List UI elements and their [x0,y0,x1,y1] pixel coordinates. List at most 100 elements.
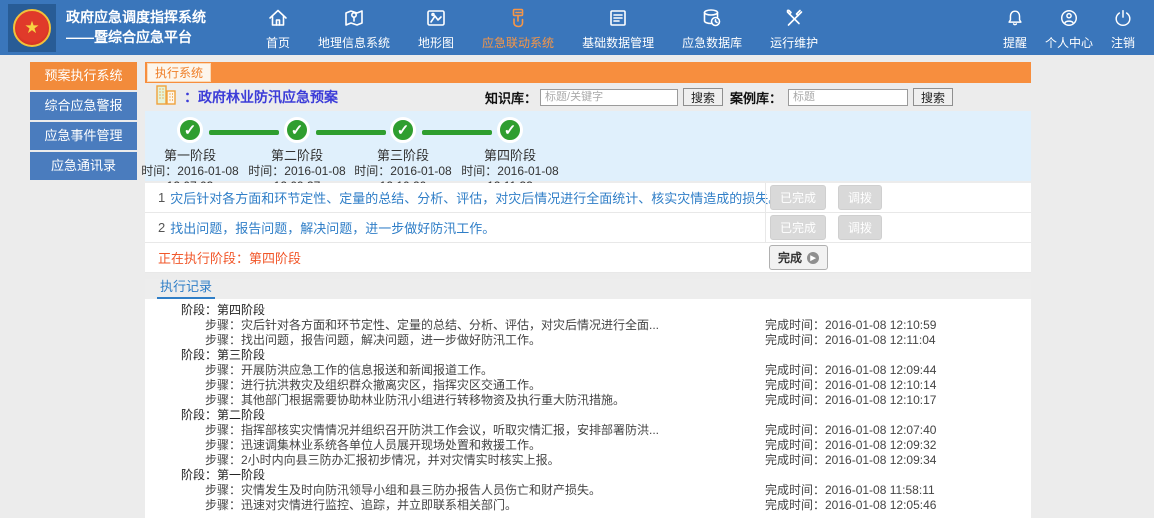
record-step: 步骤：其他部门根据需要协助林业防汛小组进行转移物资及执行重大防汛措施。 完成时间… [145,393,1031,408]
search-area: 知识库： 搜索 案例库： 搜索 [485,88,960,107]
terrain-map-icon [425,5,447,31]
record-step: 步骤：指挥部核实灾情情况并组织召开防洪工作会议，听取灾情汇报，安排部署防洪...… [145,423,1031,438]
check-circle-icon: ✓ [390,117,416,143]
record-step: 步骤：进行抗洪救灾及组织群众撤离灾区，指挥灾区交通工作。 完成时间：2016-0… [145,378,1031,393]
app-title-line1: 政府应急调度指挥系统 [66,8,206,28]
record-step-time: 完成时间：2016-01-08 12:09:34 [765,453,936,468]
completed-button[interactable]: 已完成 [770,215,826,240]
record-step-time: 完成时间：2016-01-08 12:11:04 [765,333,936,348]
record-step-text: 步骤：开展防洪应急工作的信息报送和新闻报道工作。 [205,363,493,377]
nav-item-gis[interactable]: 地理信息系统 [304,5,404,51]
task-number: 2 [158,220,165,235]
main-panel: 执行系统 ：政府林业防汛应急预案 知识库： 搜索 案例库： 搜索 [145,62,1031,518]
nav-item-terrain-map[interactable]: 地形图 [404,5,468,51]
nav-item-emergency-database[interactable]: 应急数据库 [668,5,756,51]
record-step: 步骤：灾情发生及时向防汛领导小组和县三防办报告人员伤亡和财产损失。 完成时间：2… [145,483,1031,498]
top-bar: ★ 政府应急调度指挥系统 ——暨综合应急平台 首页 地理信息系统 地形图 [0,0,1154,55]
check-circle-icon: ✓ [177,117,203,143]
record-step: 步骤：迅速对灾情进行监控、追踪，并立即联系相关部门。 完成时间：2016-01-… [145,498,1031,513]
database-icon [701,5,723,31]
nav-label: 应急数据库 [682,34,742,51]
case-search-button[interactable]: 搜索 [913,88,953,106]
record-step-text: 步骤：进行抗洪救灾及组织群众撤离灾区，指挥灾区交通工作。 [205,378,541,392]
record-step: 步骤：开展防洪应急工作的信息报送和新闻报道工作。 完成时间：2016-01-08… [145,363,1031,378]
nav-label: 地理信息系统 [318,34,390,51]
case-search-input[interactable] [788,89,908,106]
nav-label: 运行维护 [770,34,818,51]
execution-record-tab[interactable]: 执行记录 [157,276,215,299]
stage-time-date: 时间：2016-01-08 [445,164,575,179]
task-text: 灾后针对各方面和环节定性、定量的总结、分析、评估，对灾后情况进行全面统计、核实灾… [170,188,781,207]
map-pin-icon [343,5,365,31]
tab-execution-system[interactable]: 执行系统 [147,63,211,82]
record-stage: 阶段：第一阶段 [145,468,1031,483]
plan-title: ：政府林业防汛应急预案 [184,87,338,107]
execution-record-list: 阶段：第四阶段 步骤：灾后针对各方面和环节定性、定量的总结、分析、评估，对灾后情… [145,299,1031,518]
sidebar-item-event-management[interactable]: 应急事件管理 [30,122,137,150]
transfer-button[interactable]: 调拨 [838,185,882,210]
tools-icon [783,5,805,31]
record-step-time: 完成时间：2016-01-08 12:05:46 [765,498,936,513]
record-step: 步骤：找出问题，报告问题，解决问题，进一步做好防汛工作。 完成时间：2016-0… [145,333,1031,348]
record-step-text: 步骤：指挥部核实灾情情况并组织召开防洪工作会议，听取灾情汇报，安排部署防洪... [205,423,659,437]
notifications-label: 提醒 [1003,34,1027,51]
stage-progress: ✓ 第一阶段 时间：2016-01-08 12:07:03 ✓ 第二阶段 时间：… [145,111,1031,181]
execution-record-header: 执行记录 [145,279,1031,299]
current-stage-actions: 完成 ▶ [765,243,1031,272]
knowledge-search-button[interactable]: 搜索 [683,88,723,106]
sidebar-item-contact-book[interactable]: 应急通讯录 [30,152,137,180]
nav-item-home[interactable]: 首页 [252,5,304,51]
record-step-time: 完成时间：2016-01-08 12:10:14 [765,378,936,393]
logout-button[interactable]: 注销 [1102,5,1144,51]
user-center-button[interactable]: 个人中心 [1036,5,1102,51]
record-stage: 阶段：第四阶段 [145,303,1031,318]
record-stage: 阶段：第二阶段 [145,408,1031,423]
news-document-icon [607,5,629,31]
check-circle-icon: ✓ [284,117,310,143]
record-step-text: 步骤：找出问题，报告问题，解决问题，进一步做好防汛工作。 [205,333,541,347]
record-step: 步骤：2小时内向县三防办汇报初步情况，并对灾情实时核实上报。 完成时间：2016… [145,453,1031,468]
sidebar-item-plan-execution[interactable]: 预案执行系统 [30,62,137,90]
finish-button-label: 完成 [778,249,802,266]
plan-title-row: ：政府林业防汛应急预案 知识库： 搜索 案例库： 搜索 [145,83,1031,111]
knowledge-search-input[interactable] [540,89,678,106]
completed-button[interactable]: 已完成 [770,185,826,210]
sidebar-item-comprehensive-alert[interactable]: 综合应急警报 [30,92,137,120]
nav-label: 应急联动系统 [482,34,554,51]
task-actions: 已完成 调拨 [765,183,1031,212]
record-step-text: 步骤：灾后针对各方面和环节定性、定量的总结、分析、评估，对灾后情况进行全面... [205,318,659,332]
record-step-time: 完成时间：2016-01-08 12:09:32 [765,438,936,453]
current-stage-row: 正在执行阶段：第四阶段 完成 ▶ [145,243,1031,273]
record-step-text: 步骤：迅速对灾情进行监控、追踪，并立即联系相关部门。 [205,498,517,512]
buildings-icon [155,84,179,111]
record-step-time: 完成时间：2016-01-08 12:10:17 [765,393,936,408]
play-icon: ▶ [807,252,819,264]
bell-icon [1005,5,1025,31]
national-emblem-icon: ★ [13,9,51,47]
nav-label: 基础数据管理 [582,34,654,51]
current-stage-text: 正在执行阶段：第四阶段 [158,248,301,267]
record-step: 步骤：灾后针对各方面和环节定性、定量的总结、分析、评估，对灾后情况进行全面...… [145,318,1031,333]
case-base-label: 案例库： [730,88,782,107]
record-step-text: 步骤：灾情发生及时向防汛领导小组和县三防办报告人员伤亡和财产损失。 [205,483,601,497]
task-row-1: 1 灾后针对各方面和环节定性、定量的总结、分析、评估，对灾后情况进行全面统计、核… [145,183,1031,213]
finish-button[interactable]: 完成 ▶ [769,245,828,270]
sos-hand-icon [507,5,529,31]
nav-item-basic-data[interactable]: 基础数据管理 [568,5,668,51]
main-nav: 首页 地理信息系统 地形图 应急联动系统 基础数据管理 [252,5,832,51]
power-icon [1113,5,1133,31]
app-logo: ★ [8,4,56,52]
task-number: 1 [158,190,165,205]
record-step-time: 完成时间：2016-01-08 11:58:11 [765,483,935,498]
notifications-button[interactable]: 提醒 [994,5,1036,51]
record-step-text: 步骤：2小时内向县三防办汇报初步情况，并对灾情实时核实上报。 [205,453,560,467]
nav-item-ops-maintenance[interactable]: 运行维护 [756,5,832,51]
app-title-line2: ——暨综合应急平台 [66,28,206,48]
task-row-2: 2 找出问题，报告问题，解决问题，进一步做好防汛工作。 已完成 调拨 [145,213,1031,243]
transfer-button[interactable]: 调拨 [838,215,882,240]
record-step: 步骤：迅速调集林业系统各单位人员展开现场处置和救援工作。 完成时间：2016-0… [145,438,1031,453]
user-center-label: 个人中心 [1045,34,1093,51]
nav-label: 地形图 [418,34,454,51]
stage-name: 第四阶段 [445,145,575,164]
nav-item-emergency-linkage[interactable]: 应急联动系统 [468,5,568,51]
